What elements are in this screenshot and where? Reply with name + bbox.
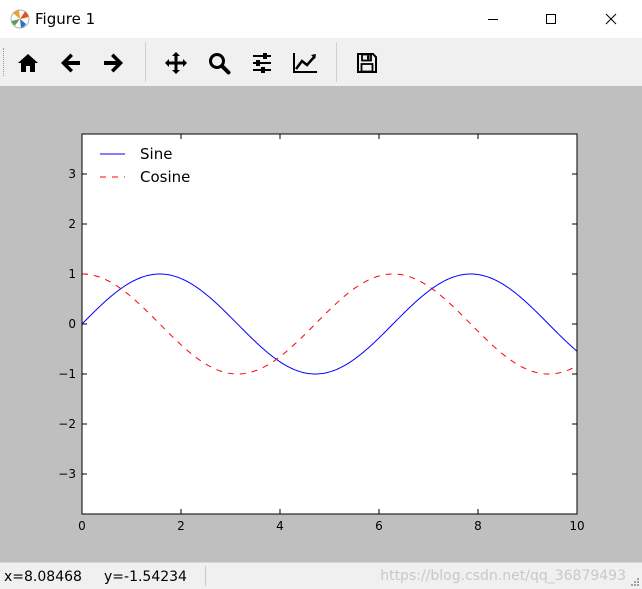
x-tick-label: 6 xyxy=(375,519,383,533)
x-tick-label: 8 xyxy=(474,519,482,533)
navigation-toolbar xyxy=(0,38,642,86)
toolbar-grip[interactable] xyxy=(3,48,7,76)
legend-label-cosine: Cosine xyxy=(140,168,190,186)
y-tick-label: 1 xyxy=(68,267,76,281)
title-bar: Figure 1 xyxy=(0,0,642,38)
subplots-config-icon xyxy=(253,53,271,73)
toolbar-separator xyxy=(336,42,337,82)
configure-subplots-button[interactable] xyxy=(246,47,278,79)
x-tick-label: 2 xyxy=(177,519,185,533)
status-separator xyxy=(205,566,206,586)
edit-axis-button[interactable] xyxy=(289,47,321,79)
save-button[interactable] xyxy=(351,47,383,79)
line-chart[interactable]: 0 2 4 6 8 10 −3 −2 −1 0 1 2 3 Sine Cosine xyxy=(0,86,642,562)
forward-arrow-icon xyxy=(104,53,123,73)
y-tick-label: −3 xyxy=(58,467,76,481)
axes-background xyxy=(82,134,577,514)
close-button[interactable] xyxy=(588,0,634,38)
back-arrow-icon xyxy=(61,53,80,73)
save-icon xyxy=(357,53,377,73)
close-icon xyxy=(605,13,617,25)
watermark-text: https://blog.csdn.net/qq_36879493 xyxy=(380,568,626,584)
zoom-button[interactable] xyxy=(203,47,235,79)
minimize-button[interactable] xyxy=(470,0,516,38)
minimize-icon xyxy=(488,19,498,20)
cursor-x-readout: x=8.08468 xyxy=(4,569,82,585)
cursor-y-readout: y=-1.54234 xyxy=(104,569,187,585)
figure-canvas[interactable]: 0 2 4 6 8 10 −3 −2 −1 0 1 2 3 Sine Cosine xyxy=(0,86,642,562)
home-button[interactable] xyxy=(12,47,44,79)
x-tick-label: 0 xyxy=(78,519,86,533)
back-button[interactable] xyxy=(55,47,87,79)
edit-axis-icon xyxy=(293,53,317,73)
x-tick-label: 4 xyxy=(276,519,284,533)
resize-grip-icon[interactable] xyxy=(630,577,640,587)
maximize-button[interactable] xyxy=(528,0,574,38)
home-icon xyxy=(18,54,38,72)
pan-icon xyxy=(165,52,187,74)
y-tick-label: −2 xyxy=(58,417,76,431)
forward-button[interactable] xyxy=(97,47,129,79)
zoom-icon xyxy=(209,53,231,75)
matplotlib-logo-icon xyxy=(10,9,30,29)
x-tick-label: 10 xyxy=(569,519,584,533)
legend-label-sine: Sine xyxy=(140,145,172,163)
toolbar-separator xyxy=(145,42,146,82)
pan-button[interactable] xyxy=(160,47,192,79)
status-bar: x=8.08468 y=-1.54234 https://blog.csdn.n… xyxy=(0,562,642,589)
y-tick-label: 0 xyxy=(68,317,76,331)
y-tick-label: 2 xyxy=(68,217,76,231)
y-tick-label: −1 xyxy=(58,367,76,381)
window-title: Figure 1 xyxy=(35,10,96,28)
maximize-icon xyxy=(546,14,556,24)
y-tick-label: 3 xyxy=(68,167,76,181)
